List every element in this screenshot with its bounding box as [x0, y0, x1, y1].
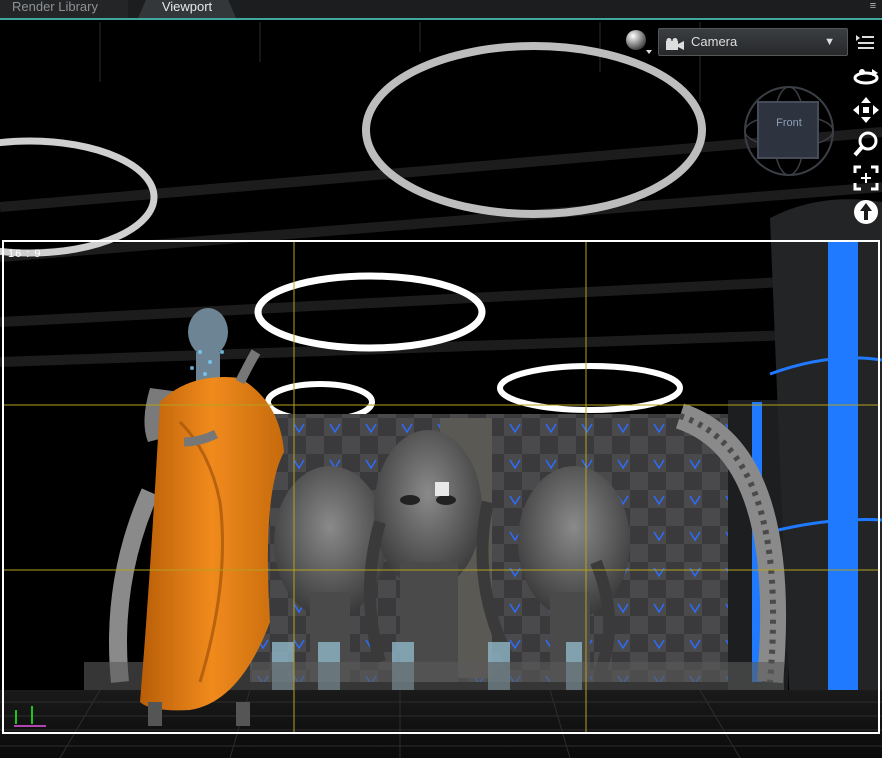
- tab-viewport[interactable]: Viewport: [138, 0, 236, 18]
- shading-sphere-icon[interactable]: [624, 28, 654, 56]
- reset-up-icon[interactable]: [852, 198, 880, 226]
- viewport-3d[interactable]: 16 : 9 Camera ▼ Front: [0, 22, 882, 758]
- pan-move-icon[interactable]: [852, 96, 880, 124]
- zoom-icon[interactable]: [852, 130, 880, 158]
- chevron-down-icon: ▼: [824, 36, 835, 48]
- camera-select[interactable]: Camera ▼: [658, 28, 848, 56]
- layout-list-icon[interactable]: [854, 32, 876, 54]
- menu-lines-icon[interactable]: ≡: [866, 0, 880, 16]
- camera-select-value: Camera: [691, 34, 738, 49]
- camera-icon: [665, 35, 685, 50]
- frame-icon[interactable]: [852, 164, 880, 192]
- cube-face-label: Front: [776, 117, 802, 129]
- aspect-ratio-label: 16 : 9: [8, 248, 42, 260]
- orbit-icon[interactable]: [852, 62, 880, 90]
- tab-render-library[interactable]: Render Library: [0, 0, 128, 18]
- tab-bar: Render Library Viewport ≡: [0, 0, 882, 20]
- floor-grid: [0, 690, 882, 758]
- navigation-cube[interactable]: [742, 84, 836, 178]
